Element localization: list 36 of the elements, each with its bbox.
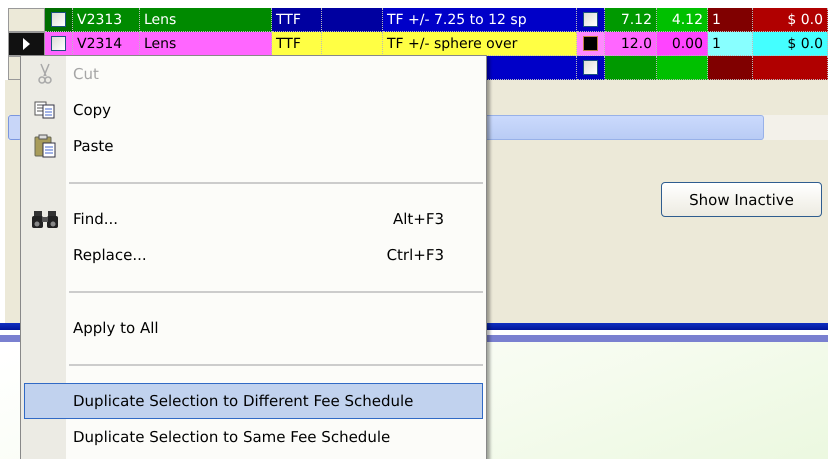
menu-item[interactable]: Find... Alt+F3 [24,201,483,237]
table-cell: TF +/- 7.25 to 12 sp [383,8,577,32]
table-cell: 4.12 [657,8,708,32]
checkbox[interactable] [51,36,66,51]
table-cell: 1 [708,8,753,32]
table-cell: 1 [708,32,753,56]
clipboard-icon [34,134,56,158]
copy-icon [34,101,56,119]
table-cell: 7.12 [605,8,657,32]
table-cell: TTF [272,32,322,56]
table-cell: TF +/- sphere over [383,32,577,56]
row-header[interactable] [8,32,45,56]
table-cell: V2314 [73,32,140,56]
binoculars-icon [32,209,58,229]
table-cell: Lens [140,32,272,56]
current-row-icon [23,38,30,50]
menu-item[interactable]: Copy [24,92,483,128]
checkbox[interactable] [583,60,598,75]
table-cell: 12.0 [605,32,657,56]
menu-item[interactable]: Replace... Ctrl+F3 [24,237,483,273]
table-cell: TTF [272,8,322,32]
menu-item[interactable]: Apply to All [24,310,483,346]
table-cell: 0.00 [657,32,708,56]
checkbox[interactable] [583,12,598,27]
shortcut-label: Alt+F3 [392,210,444,228]
menu-item[interactable]: Duplicate Selection to Same Fee Schedule [24,419,483,455]
checkbox[interactable] [583,36,598,51]
table-cell: $ 0.0 [753,8,828,32]
scissors-icon [36,63,52,85]
menu-item[interactable]: Duplicate Selection to Different Fee Schedule [24,383,483,419]
table-cell: $ 0.0 [753,32,828,56]
table-cell: Lens [140,8,272,32]
menu-item[interactable]: Paste [24,128,483,164]
checkbox[interactable] [51,12,66,27]
shortcut-label: Ctrl+F3 [386,246,444,264]
table-cell: V2313 [73,8,140,32]
